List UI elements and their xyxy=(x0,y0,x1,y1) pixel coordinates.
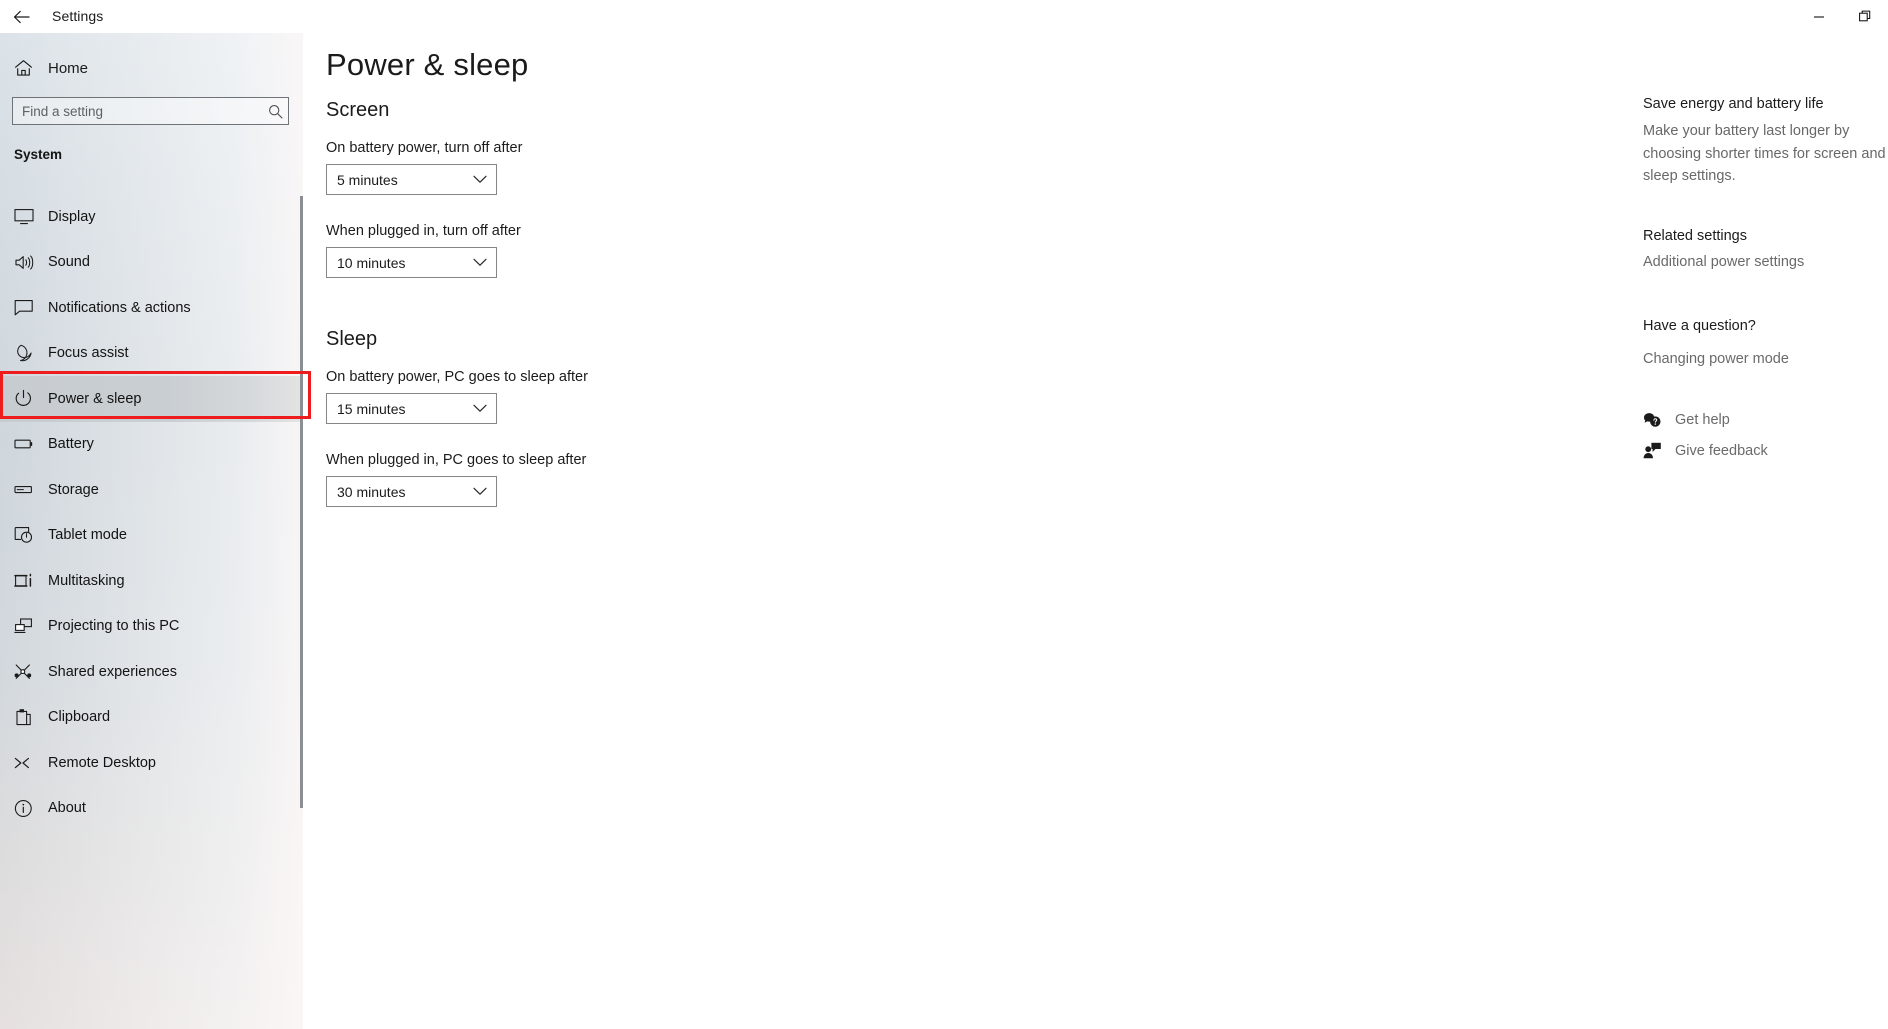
sidebar-item-shared-experiences[interactable]: Shared experiences xyxy=(0,649,303,695)
search-box[interactable] xyxy=(12,97,289,125)
chevron-down-icon xyxy=(473,404,487,413)
sidebar-item-notifications-actions[interactable]: Notifications & actions xyxy=(0,285,303,331)
sidebar-item-clipboard[interactable]: Clipboard xyxy=(0,695,303,741)
main-content: Power & sleep Screen On battery power, t… xyxy=(303,0,1888,1029)
minimize-button[interactable] xyxy=(1796,0,1842,33)
tablet-icon xyxy=(14,523,44,547)
sidebar-item-label: Power & sleep xyxy=(48,390,142,407)
sidebar-nav-list: Display Sound Notifications & actions Fo… xyxy=(0,194,303,831)
section-heading-sleep: Sleep xyxy=(326,328,378,350)
sleep-plugged-in-dropdown[interactable]: 30 minutes xyxy=(326,476,497,507)
sidebar-item-tablet-mode[interactable]: Tablet mode xyxy=(0,513,303,559)
have-a-question-heading: Have a question? xyxy=(1643,318,1756,334)
sidebar-item-label: Battery xyxy=(48,436,94,453)
monitor-icon xyxy=(14,205,44,229)
sidebar-scrollbar[interactable] xyxy=(300,196,303,808)
field-sleep-on-battery: On battery power, PC goes to sleep after… xyxy=(326,369,588,424)
moon-icon xyxy=(14,341,44,365)
feedback-person-icon xyxy=(1643,442,1671,459)
field-screen-plugged-in: When plugged in, turn off after 10 minut… xyxy=(326,223,521,278)
chevron-down-icon xyxy=(473,175,487,184)
sidebar-item-label: Display xyxy=(48,208,96,225)
info-icon xyxy=(14,796,44,820)
sidebar-item-home[interactable]: Home xyxy=(0,52,303,84)
field-sleep-plugged-in: When plugged in, PC goes to sleep after … xyxy=(326,452,586,507)
field-label: When plugged in, PC goes to sleep after xyxy=(326,452,587,468)
remote-desktop-icon xyxy=(14,751,44,775)
sidebar-item-label: Remote Desktop xyxy=(48,754,156,771)
page-title: Power & sleep xyxy=(326,47,529,82)
sidebar-item-label: Notifications & actions xyxy=(48,299,191,316)
dropdown-value: 10 minutes xyxy=(337,254,406,271)
search-input[interactable] xyxy=(13,103,262,119)
give-feedback-label: Give feedback xyxy=(1675,442,1768,459)
related-settings-heading: Related settings xyxy=(1643,228,1747,244)
sidebar-item-about[interactable]: About xyxy=(0,786,303,832)
share-icon xyxy=(14,660,44,684)
save-energy-heading: Save energy and battery life xyxy=(1643,96,1824,112)
sleep-on-battery-dropdown[interactable]: 15 minutes xyxy=(326,393,497,424)
dropdown-value: 5 minutes xyxy=(337,171,398,188)
field-screen-on-battery: On battery power, turn off after 5 minut… xyxy=(326,140,522,195)
sidebar-home-label: Home xyxy=(48,59,89,77)
sidebar-item-sound[interactable]: Sound xyxy=(0,240,303,286)
window-controls xyxy=(1796,0,1888,33)
field-label: On battery power, turn off after xyxy=(326,140,523,156)
screen-plugged-in-dropdown[interactable]: 10 minutes xyxy=(326,247,497,278)
save-energy-body: Make your battery last longer by choosin… xyxy=(1643,123,1886,184)
sidebar-item-display[interactable]: Display xyxy=(0,194,303,240)
right-info-panel: Save energy and battery life Make your b… xyxy=(1640,0,1888,1029)
settings-window: Settings Home Find a setting System Disp… xyxy=(0,0,1888,1029)
sidebar-item-label: Multitasking xyxy=(48,572,125,589)
sidebar-item-label: Storage xyxy=(48,481,99,498)
sidebar: Home System xyxy=(0,0,303,1029)
get-help-link[interactable]: Get help xyxy=(1643,412,1730,428)
sidebar-item-label: Clipboard xyxy=(48,709,111,726)
field-label: When plugged in, turn off after xyxy=(326,223,521,239)
get-help-label: Get help xyxy=(1675,412,1730,428)
field-label: On battery power, PC goes to sleep after xyxy=(326,369,588,385)
sidebar-item-power-sleep[interactable]: Power & sleep xyxy=(0,376,303,422)
projecting-icon xyxy=(14,614,44,638)
back-arrow-icon[interactable] xyxy=(0,0,42,33)
battery-icon xyxy=(14,432,44,456)
sidebar-item-remote-desktop[interactable]: Remote Desktop xyxy=(0,740,303,786)
clipboard-icon xyxy=(14,705,44,729)
restore-button[interactable] xyxy=(1842,0,1888,33)
section-heading-screen: Screen xyxy=(326,99,390,121)
screen-on-battery-dropdown[interactable]: 5 minutes xyxy=(326,164,497,195)
title-bar: Settings xyxy=(0,0,1888,33)
search-icon xyxy=(262,104,288,119)
sidebar-item-storage[interactable]: Storage xyxy=(0,467,303,513)
sidebar-item-label: Sound xyxy=(48,254,90,271)
sidebar-item-label: Projecting to this PC xyxy=(48,618,180,635)
help-chat-icon xyxy=(1643,412,1671,428)
sidebar-item-projecting-to-this-pc[interactable]: Projecting to this PC xyxy=(0,604,303,650)
chevron-down-icon xyxy=(473,487,487,496)
app-title: Settings xyxy=(52,8,104,24)
dropdown-value: 30 minutes xyxy=(337,483,406,500)
notification-icon xyxy=(14,296,44,320)
sidebar-item-label: Tablet mode xyxy=(48,527,127,544)
dropdown-value: 15 minutes xyxy=(337,400,406,417)
sidebar-item-battery[interactable]: Battery xyxy=(0,422,303,468)
additional-power-settings-link[interactable]: Additional power settings xyxy=(1643,254,1804,270)
give-feedback-link[interactable]: Give feedback xyxy=(1643,442,1768,459)
multitasking-icon xyxy=(14,569,44,593)
sidebar-item-focus-assist[interactable]: Focus assist xyxy=(0,331,303,377)
storage-icon xyxy=(14,478,44,502)
sidebar-item-label: Focus assist xyxy=(48,345,129,362)
sidebar-item-label: Shared experiences xyxy=(48,663,177,680)
changing-power-mode-link[interactable]: Changing power mode xyxy=(1643,351,1789,367)
power-icon xyxy=(14,387,44,411)
sidebar-item-multitasking[interactable]: Multitasking xyxy=(0,558,303,604)
sidebar-item-label: About xyxy=(48,800,86,817)
home-icon xyxy=(14,59,44,77)
sidebar-group-title: System xyxy=(14,147,63,162)
chevron-down-icon xyxy=(473,258,487,267)
speaker-icon xyxy=(14,250,44,274)
